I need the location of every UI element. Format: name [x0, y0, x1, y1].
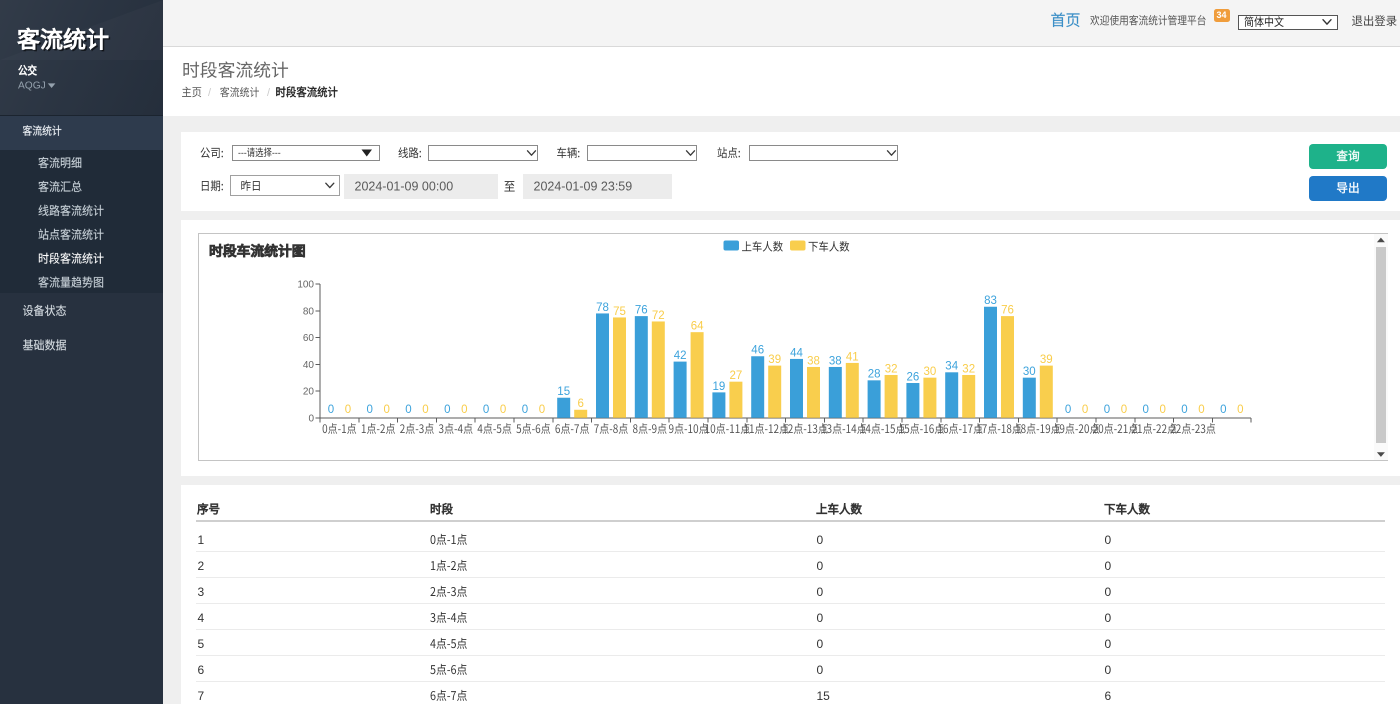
- svg-text:42: 42: [674, 350, 687, 362]
- svg-text:0: 0: [817, 559, 824, 573]
- svg-text:2024-01-09 00:00: 2024-01-09 00:00: [355, 179, 454, 193]
- svg-text:0: 0: [1121, 404, 1127, 416]
- svg-text:34: 34: [1216, 10, 1226, 20]
- svg-text:39: 39: [768, 354, 781, 366]
- svg-text:28: 28: [868, 369, 881, 381]
- svg-text:44: 44: [790, 347, 803, 359]
- svg-text:0: 0: [817, 585, 824, 599]
- svg-text:0: 0: [817, 533, 824, 547]
- svg-text:46: 46: [751, 345, 764, 357]
- svg-text:/: /: [267, 87, 271, 99]
- svg-text:1: 1: [198, 533, 205, 547]
- svg-text:0: 0: [1159, 404, 1165, 416]
- svg-text:0: 0: [461, 404, 467, 416]
- svg-text:2024-01-09 23:59: 2024-01-09 23:59: [534, 179, 633, 193]
- svg-text:4: 4: [198, 611, 205, 625]
- svg-text:38: 38: [829, 355, 842, 367]
- svg-text:6: 6: [198, 663, 205, 677]
- svg-text:0: 0: [345, 404, 351, 416]
- svg-text:0: 0: [1142, 404, 1148, 416]
- svg-text:83: 83: [984, 295, 997, 307]
- svg-text:0: 0: [817, 611, 824, 625]
- svg-text:100: 100: [297, 280, 314, 291]
- svg-text:0: 0: [308, 413, 314, 424]
- svg-text:30: 30: [1023, 366, 1036, 378]
- svg-text:40: 40: [303, 360, 315, 371]
- svg-text:30: 30: [924, 366, 937, 378]
- svg-text:15: 15: [817, 689, 831, 703]
- svg-text:0: 0: [1065, 404, 1071, 416]
- svg-text:0: 0: [444, 404, 450, 416]
- svg-text:76: 76: [635, 305, 648, 317]
- svg-text:0: 0: [1105, 663, 1112, 677]
- svg-text:26: 26: [907, 371, 920, 383]
- svg-text:41: 41: [846, 351, 859, 363]
- svg-text:32: 32: [885, 363, 898, 375]
- svg-text:0: 0: [1237, 404, 1243, 416]
- svg-text:0: 0: [1220, 404, 1226, 416]
- svg-text:0: 0: [500, 404, 506, 416]
- svg-text:80: 80: [303, 306, 315, 317]
- svg-text:76: 76: [1001, 305, 1014, 317]
- svg-text:0: 0: [1105, 533, 1112, 547]
- svg-text:60: 60: [303, 333, 315, 344]
- svg-text:34: 34: [945, 361, 958, 373]
- svg-text:75: 75: [613, 306, 626, 318]
- svg-text:39: 39: [1040, 354, 1053, 366]
- svg-text:78: 78: [596, 302, 609, 314]
- svg-text:0: 0: [483, 404, 489, 416]
- svg-text:0: 0: [522, 404, 528, 416]
- svg-text:38: 38: [807, 355, 820, 367]
- svg-text:0: 0: [1082, 404, 1088, 416]
- svg-text:0: 0: [539, 404, 545, 416]
- svg-text:0: 0: [405, 404, 411, 416]
- svg-text:0: 0: [1104, 404, 1110, 416]
- svg-text:0: 0: [383, 404, 389, 416]
- svg-text:72: 72: [652, 310, 665, 322]
- svg-text:0: 0: [366, 404, 372, 416]
- svg-text:0: 0: [1181, 404, 1187, 416]
- svg-text:AQGJ: AQGJ: [18, 81, 46, 92]
- svg-text:20: 20: [303, 387, 315, 398]
- svg-text:0: 0: [1105, 559, 1112, 573]
- svg-text:19: 19: [713, 381, 726, 393]
- svg-text:/: /: [208, 87, 212, 99]
- svg-text:0: 0: [1105, 611, 1112, 625]
- svg-text:0: 0: [328, 404, 334, 416]
- svg-text:0: 0: [422, 404, 428, 416]
- svg-text:27: 27: [730, 370, 743, 382]
- svg-text:0: 0: [817, 637, 824, 651]
- svg-text:2: 2: [198, 559, 205, 573]
- svg-text:0: 0: [817, 663, 824, 677]
- svg-text:0: 0: [1198, 404, 1204, 416]
- svg-text:32: 32: [962, 363, 975, 375]
- svg-text:15: 15: [557, 386, 570, 398]
- svg-text:0: 0: [1105, 637, 1112, 651]
- svg-text:6: 6: [1105, 689, 1112, 703]
- svg-text:5: 5: [198, 637, 205, 651]
- svg-text:0: 0: [1105, 585, 1112, 599]
- svg-text:7: 7: [198, 689, 205, 703]
- svg-text:6: 6: [577, 398, 583, 410]
- svg-text:64: 64: [691, 321, 704, 333]
- svg-text:3: 3: [198, 585, 205, 599]
